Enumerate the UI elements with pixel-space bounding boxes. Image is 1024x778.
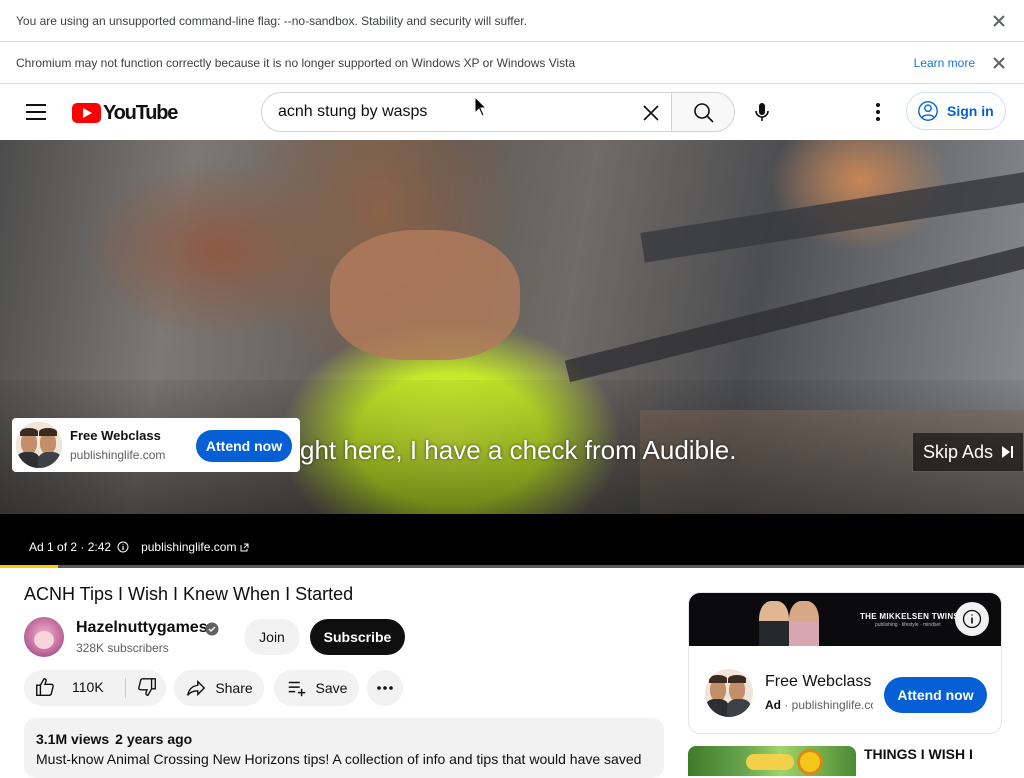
- ad-badge: Ad: [765, 698, 781, 712]
- description-box[interactable]: 3.1M views 2 years ago Must-know Animal C…: [24, 718, 664, 778]
- share-button[interactable]: Share: [174, 670, 264, 706]
- subscribe-button[interactable]: Subscribe: [310, 619, 405, 655]
- advertiser-avatar: [16, 422, 62, 468]
- like-button[interactable]: 110K: [34, 676, 104, 698]
- search-icon: [694, 103, 714, 123]
- skip-ads-button[interactable]: Skip Ads: [912, 432, 1024, 472]
- thumbs-up-icon: [36, 678, 54, 696]
- ad-position: Ad 1 of 2 · 2:42: [29, 540, 112, 554]
- youtube-logo[interactable]: YouTube: [72, 101, 178, 125]
- like-count: 110K: [72, 679, 104, 695]
- sign-in-label: Sign in: [947, 103, 994, 119]
- advertiser-avatar: [705, 669, 753, 717]
- side-ad-title: Free Webclass: [765, 673, 872, 690]
- upload-age: 2 years ago: [115, 731, 193, 747]
- unsupported-os-bar: Chromium may not function correctly beca…: [0, 42, 1024, 86]
- like-dislike-bar: 110K: [24, 670, 166, 706]
- share-label: Share: [215, 680, 253, 696]
- info-icon: [962, 609, 982, 629]
- save-button[interactable]: Save: [274, 670, 359, 706]
- subscriber-count: 328K subscribers: [76, 641, 169, 655]
- more-horizontal-icon: [377, 686, 393, 690]
- learn-more-link[interactable]: Learn more: [914, 56, 975, 70]
- sandbox-warning-bar: You are using an unsupported command-lin…: [0, 0, 1024, 42]
- unsupported-os-text: Chromium may not function correctly beca…: [16, 55, 576, 70]
- video-title: ACNH Tips I Wish I Knew When I Started: [24, 584, 354, 604]
- ad-progress-fill: [0, 565, 59, 568]
- share-icon: [187, 679, 206, 697]
- ad-overlay-card[interactable]: Free Webclass publishinglife.com Attend …: [12, 418, 300, 472]
- ad-info-button[interactable]: [955, 602, 989, 636]
- microphone-icon[interactable]: [746, 96, 778, 128]
- skip-next-icon: [1002, 446, 1014, 458]
- video-meta: 3.1M views 2 years ago: [36, 731, 652, 747]
- video-caption: ght here, I have a check from Audible.: [300, 435, 737, 465]
- recommendation-title[interactable]: THINGS I WISH I: [864, 746, 973, 762]
- ad-info-row: Ad 1 of 2 · 2:42 publishinglife.com: [29, 540, 249, 554]
- view-count: 3.1M views: [36, 731, 110, 747]
- youtube-play-icon: [72, 103, 101, 123]
- save-label: Save: [315, 680, 348, 696]
- ad-progress-bar[interactable]: [0, 565, 1024, 568]
- banner-brand: THE MIKKELSEN TWINS: [860, 612, 960, 621]
- clear-search-icon[interactable]: [639, 101, 663, 125]
- close-icon[interactable]: [991, 55, 1007, 71]
- description-text: Must-know Animal Crossing New Horizons t…: [36, 751, 642, 767]
- search-box[interactable]: [261, 92, 671, 132]
- thumbs-down-icon[interactable]: [136, 676, 158, 698]
- menu-icon[interactable]: [20, 100, 52, 124]
- join-button[interactable]: Join: [244, 619, 300, 655]
- side-ad-source: Ad · publishinglife.com: [765, 698, 873, 712]
- ad-card-domain: publishinglife.com: [70, 448, 166, 462]
- more-actions-button[interactable]: [367, 670, 403, 706]
- recommendation-thumbnail[interactable]: [688, 746, 856, 776]
- search-button[interactable]: [671, 92, 735, 132]
- verified-icon: [205, 622, 219, 636]
- mouse-cursor-icon: [474, 96, 488, 117]
- skip-ads-label: Skip Ads: [923, 441, 994, 462]
- sign-in-button[interactable]: Sign in: [906, 92, 1006, 130]
- masthead: YouTube Sign in: [0, 84, 1024, 140]
- video-player[interactable]: ght here, I have a check from Audible. F…: [0, 140, 1024, 568]
- attend-now-button[interactable]: Attend now: [884, 677, 987, 713]
- side-ad-domain: publishinglife.com: [791, 698, 873, 712]
- account-icon: [918, 101, 938, 121]
- sandbox-warning-text: You are using an unsupported command-lin…: [16, 13, 527, 28]
- video-frame: ght here, I have a check from Audible. F…: [0, 140, 1024, 514]
- playlist-add-icon: [288, 681, 305, 697]
- external-link-icon: [240, 543, 249, 551]
- ad-domain-link[interactable]: publishinglife.com: [141, 540, 236, 554]
- close-icon[interactable]: [991, 13, 1007, 29]
- search-input[interactable]: [278, 93, 638, 131]
- settings-more-icon[interactable]: [866, 100, 890, 124]
- logo-wordmark: YouTube: [103, 101, 178, 124]
- info-icon[interactable]: [117, 541, 129, 553]
- channel-name[interactable]: Hazelnuttygames: [76, 619, 208, 637]
- attend-now-button[interactable]: Attend now: [196, 430, 292, 462]
- channel-avatar[interactable]: [24, 617, 64, 657]
- banner-tagline: publishing · lifestyle · mindset: [875, 622, 941, 628]
- ad-banner[interactable]: THE MIKKELSEN TWINS publishing · lifesty…: [689, 593, 1001, 646]
- ad-card-title: Free Webclass: [70, 428, 161, 443]
- companion-ad[interactable]: THE MIKKELSEN TWINS publishing · lifesty…: [688, 592, 1002, 734]
